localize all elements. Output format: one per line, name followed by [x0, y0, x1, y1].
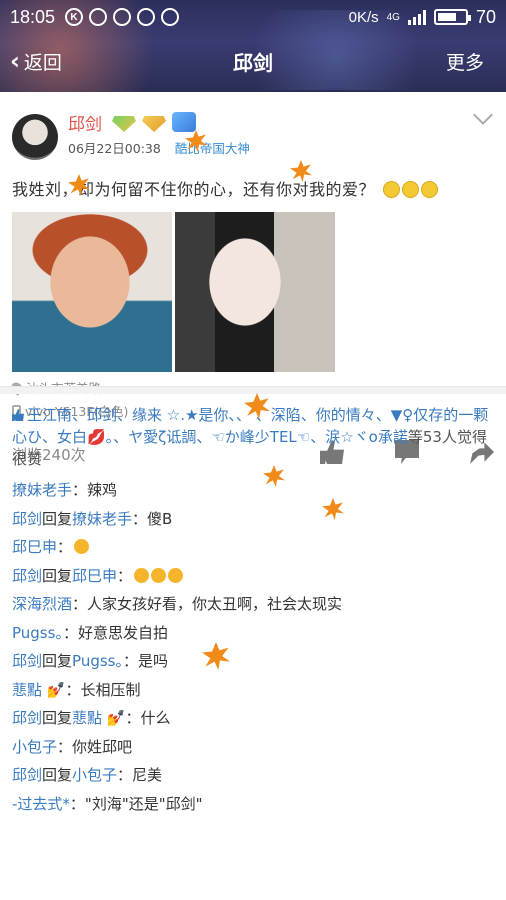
comment-text: ：人家女孩好看，你太丑啊，社会太现实 — [72, 595, 343, 613]
comment-text: ：你姓邱吧 — [57, 737, 133, 756]
crown-badge-icon[interactable] — [142, 116, 166, 132]
shocked-emoji-icon — [134, 567, 150, 583]
reply-label: 回复 — [42, 709, 73, 727]
reply-target[interactable]: Pugss。 — [72, 652, 123, 670]
comment-row[interactable]: 蕜點 💅：长相压制 — [12, 676, 496, 705]
nav-bar: ‹ 返回 邱剑 更多 — [0, 36, 506, 86]
likes-list: 王江南、邱剑、缘来 ☆.★是你、、 、深陷、你的情々、▼♀仅存的一颗心ひ、女白💋… — [12, 404, 496, 470]
comment-text: ：什么 — [125, 709, 171, 727]
ring-notification-icon — [89, 8, 108, 26]
reply-label: 回复 — [42, 509, 73, 528]
status-time: 18:05 — [10, 6, 56, 27]
app-notification-icon — [137, 8, 156, 26]
comment-author[interactable]: 邱剑 — [12, 709, 42, 727]
reply-target[interactable]: 蕜點 💅 — [72, 709, 125, 727]
smiley-emoji-icon — [382, 181, 400, 198]
post-meta: 06月22日00:38 酷比帝国大神 — [68, 138, 250, 157]
comment-row[interactable]: 邱剑回复Pugss。：是吗 — [12, 647, 496, 676]
ring-notification-icon-2 — [113, 8, 132, 26]
comment-row[interactable]: 邱剑回复邱巳申： — [12, 562, 496, 591]
comment-author[interactable]: 邱剑 — [12, 510, 42, 528]
comment-text: ： — [117, 566, 133, 585]
comment-author[interactable]: 深海烈酒 — [12, 595, 72, 613]
post-body: 我姓刘，却为何留不住你的心，还有你对我的爱？ — [12, 180, 376, 199]
comment-row[interactable]: 邱巳申： — [12, 533, 496, 562]
photo-girl[interactable] — [175, 212, 335, 372]
comment-text: ：好意思发自拍 — [62, 623, 168, 642]
shocked-emoji-icon — [168, 567, 184, 583]
page-title: 邱剑 — [233, 50, 273, 75]
avatar[interactable] — [12, 114, 58, 160]
section-divider — [0, 386, 506, 394]
crying-emoji-icon — [74, 539, 90, 554]
more-button[interactable]: 更多 — [446, 48, 484, 75]
comment-author[interactable]: 蕜點 💅 — [12, 681, 65, 699]
signal-icon — [407, 9, 426, 25]
comment-text: ：是吗 — [122, 652, 168, 670]
comment-row[interactable]: 深海烈酒：人家女孩好看，你太丑啊，社会太现实 — [12, 590, 496, 619]
badge-list — [112, 112, 196, 132]
comment-author[interactable]: 邱剑 — [12, 567, 42, 585]
reply-label: 回复 — [42, 566, 73, 585]
comment-text: ：尼美 — [117, 766, 163, 784]
post-timestamp: 06月22日00:38 — [68, 141, 161, 156]
comment-text: ：长相压制 — [65, 680, 141, 699]
battery-percent: 70 — [475, 6, 496, 27]
author-row: 邱剑 06月22日00:38 酷比帝国大神 — [0, 96, 506, 166]
post-card: 邱剑 06月22日00:38 酷比帝国大神 我姓刘，却为何留不住你的心，还有你对… — [0, 96, 506, 464]
comment-row[interactable]: 撩妹老手：辣鸡 — [12, 476, 496, 505]
rank-title[interactable]: 酷比帝国大神 — [175, 141, 250, 156]
comment-text: ：辣鸡 — [72, 481, 118, 499]
comment-row[interactable]: 小包子：你姓邱吧 — [12, 733, 496, 762]
top-header: 18:05 K 0K/s 4G 70 ‹ 返回 邱剑 更多 — [0, 0, 506, 92]
wifi-notification-icon — [161, 8, 180, 26]
reply-target[interactable]: 撩妹老手 — [72, 510, 132, 528]
diamond-badge-icon[interactable] — [112, 116, 136, 132]
photo-selfie[interactable] — [12, 212, 172, 372]
comment-author[interactable]: 小包子 — [12, 738, 57, 756]
comment-author[interactable]: 邱巳申 — [12, 538, 57, 556]
status-bar: 18:05 K 0K/s 4G 70 — [10, 4, 496, 30]
reply-label: 回复 — [42, 766, 73, 784]
like-thumb-icon — [12, 409, 24, 421]
comment-author[interactable]: -过去式* — [12, 795, 70, 813]
reply-target[interactable]: 邱巳申 — [72, 567, 117, 585]
battery-icon — [433, 9, 471, 25]
shocked-emoji-icon — [151, 567, 167, 583]
comment-list: 撩妹老手：辣鸡 邱剑回复撩妹老手：傻B 邱巳申： 邱剑回复邱巳申： 深海烈酒：人家女孩好… — [12, 476, 496, 818]
smiley-emoji-icon — [420, 181, 438, 198]
photo-grid — [12, 212, 335, 372]
network-speed: 0K/s — [348, 8, 379, 26]
comment-author[interactable]: Pugss。 — [12, 624, 63, 642]
reply-target[interactable]: 小包子 — [72, 766, 117, 784]
author-name[interactable]: 邱剑 — [68, 110, 102, 135]
comment-row[interactable]: 邱剑回复撩妹老手：傻B — [12, 505, 496, 534]
chevron-down-icon[interactable] — [473, 105, 493, 125]
comment-author[interactable]: 撩妹老手 — [12, 481, 72, 499]
comment-author[interactable]: 邱剑 — [12, 766, 42, 784]
comment-author[interactable]: 邱剑 — [12, 652, 42, 670]
comment-text: ： — [57, 538, 73, 556]
vip-badge-icon[interactable] — [172, 112, 196, 132]
comment-row[interactable]: Pugss。：好意思发自拍 — [12, 619, 496, 648]
comment-text: ："刘海"还是"邱剑" — [69, 794, 203, 813]
comment-text: ：傻B — [132, 509, 173, 528]
comment-row[interactable]: -过去式*："刘海"还是"邱剑" — [12, 790, 496, 819]
comment-row[interactable]: 邱剑回复蕜點 💅：什么 — [12, 704, 496, 733]
reply-label: 回复 — [42, 652, 73, 670]
network-type: 4G — [386, 11, 400, 23]
comment-row[interactable]: 邱剑回复小包子：尼美 — [12, 761, 496, 790]
k-notification-icon: K — [65, 8, 84, 26]
smiley-emoji-icon — [401, 181, 419, 198]
